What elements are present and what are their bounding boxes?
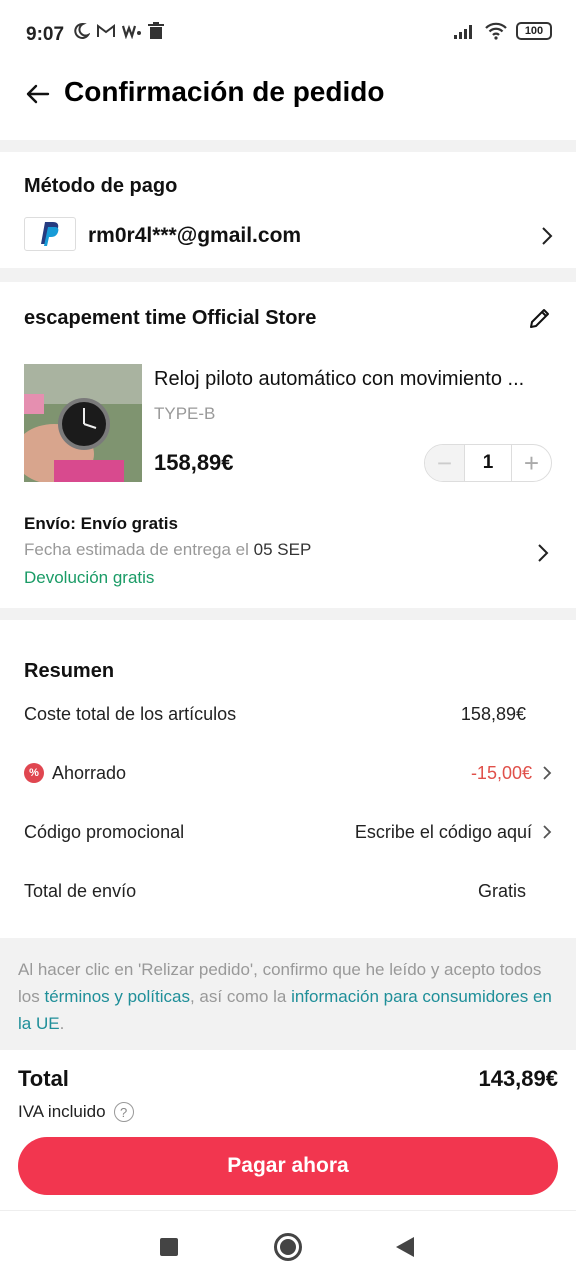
w-icon: [122, 24, 141, 39]
savings-label: Ahorrado: [52, 762, 127, 783]
system-icons: 100: [454, 22, 552, 40]
vat-info: IVA incluido ?: [18, 1102, 134, 1122]
shipping-chevron-icon[interactable]: [536, 543, 550, 563]
system-nav-bar: [0, 1210, 576, 1280]
quantity-decrease-button[interactable]: −: [425, 445, 465, 481]
terms-link[interactable]: términos y políticas: [44, 987, 190, 1006]
status-bar: 9:07 100: [0, 0, 576, 66]
signal-icon: [454, 25, 472, 39]
product-image[interactable]: [24, 364, 142, 482]
vat-label: IVA incluido: [18, 1102, 106, 1121]
product-variant: TYPE-B: [154, 404, 216, 423]
promo-code-input[interactable]: Escribe el código aquí: [355, 822, 532, 843]
gmail-icon: [97, 24, 115, 37]
quantity-increase-button[interactable]: +: [511, 445, 551, 481]
payment-method-title: Método de pago: [24, 175, 178, 197]
help-icon[interactable]: ?: [113, 1102, 134, 1122]
promo-chevron-icon[interactable]: [542, 824, 552, 840]
items-total-label: Coste total de los artículos: [24, 703, 237, 724]
quantity-stepper: − 1 +: [424, 444, 552, 482]
shipping-total-row: Total de envío Gratis: [24, 877, 552, 905]
trash-icon: [148, 22, 164, 39]
checkout-bar: Total 143,89€ IVA incluido ? Pagar ahora: [0, 1050, 576, 1210]
status-time: 9:07: [26, 24, 65, 45]
paypal-icon: [24, 217, 76, 251]
delivery-date: 05 SEP: [253, 540, 312, 559]
chevron-right-icon[interactable]: [540, 226, 554, 246]
savings-chevron-icon[interactable]: [542, 765, 552, 781]
wifi-icon: [485, 22, 507, 40]
back-arrow-icon[interactable]: [22, 78, 54, 110]
paypal-email: rm0r4l***@gmail.com: [88, 224, 302, 247]
product-name[interactable]: Reloj piloto automático con movimiento .…: [154, 368, 550, 391]
recents-icon[interactable]: [160, 1238, 178, 1256]
legal-text: , así como la: [189, 987, 292, 1006]
total-label: Total: [18, 1066, 69, 1091]
promo-code-row[interactable]: Código promocional Escribe el código aqu…: [24, 818, 552, 846]
summary-section: Resumen Coste total de los artículos 158…: [0, 620, 576, 938]
page-header: Confirmación de pedido: [0, 66, 576, 140]
pay-now-button[interactable]: Pagar ahora: [18, 1137, 558, 1195]
battery-icon: 100: [516, 22, 552, 40]
savings-row[interactable]: % Ahorrado -15,00€: [24, 759, 552, 787]
notification-icons: [72, 22, 164, 40]
free-returns-label: Devolución gratis: [24, 568, 155, 587]
summary-title: Resumen: [24, 660, 115, 682]
shipping-total-value: Gratis: [477, 880, 526, 901]
items-total-value: 158,89€: [460, 703, 526, 724]
home-icon[interactable]: [274, 1233, 302, 1261]
quantity-value[interactable]: 1: [465, 452, 511, 474]
delivery-estimate-prefix: Fecha estimada de entrega el: [24, 540, 249, 559]
total-value: 143,89€: [478, 1066, 558, 1091]
store-name: escapement time Official Store: [24, 307, 317, 329]
product-price: 158,89€: [154, 450, 234, 475]
payment-method-section[interactable]: Método de pago rm0r4l***@gmail.com: [0, 152, 576, 268]
delivery-estimate: Fecha estimada de entrega el 05 SEP: [24, 540, 311, 560]
store-section: escapement time Official Store Reloj pil…: [0, 282, 576, 608]
page-title: Confirmación de pedido: [64, 76, 385, 107]
back-icon[interactable]: [396, 1237, 414, 1257]
legal-notice: Al hacer clic en 'Relizar pedido', confi…: [0, 938, 576, 1050]
shipping-total-label: Total de envío: [24, 880, 137, 901]
moon-icon: [74, 22, 90, 39]
legal-text: .: [59, 1014, 65, 1033]
discount-icon: %: [24, 763, 44, 783]
items-total-row: Coste total de los artículos 158,89€: [24, 700, 552, 728]
edit-pencil-icon[interactable]: [528, 306, 552, 330]
promo-code-label: Código promocional: [24, 821, 185, 842]
shipping-label: Envío: Envío gratis: [24, 514, 178, 533]
savings-value: -15,00€: [470, 762, 532, 783]
